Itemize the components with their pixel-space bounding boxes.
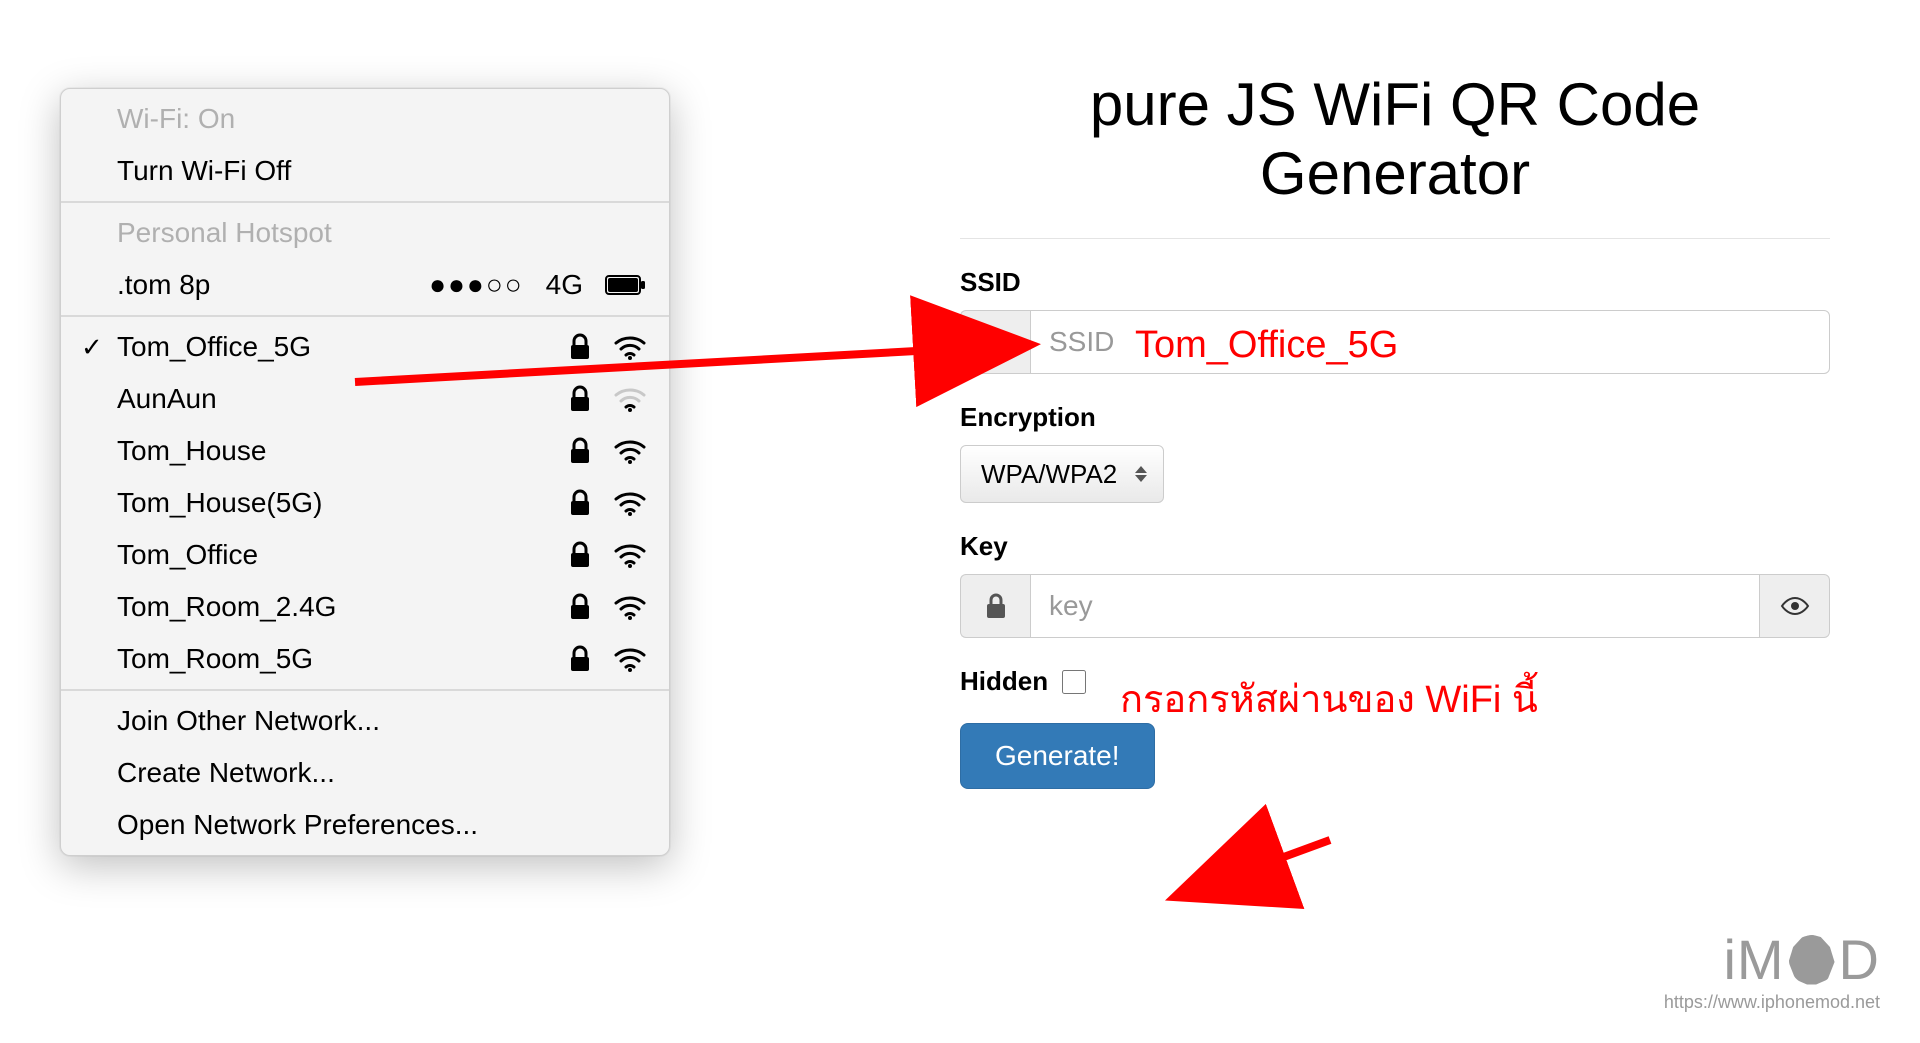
wifi-signal-icon	[613, 646, 647, 672]
hotspot-item[interactable]: .tom 8p ●●●○○ 4G	[61, 259, 669, 311]
eye-icon	[1779, 595, 1811, 617]
lock-icon	[569, 333, 591, 361]
lock-icon	[569, 645, 591, 673]
lock-icon	[569, 385, 591, 413]
wifi-toggle-button[interactable]: Turn Wi-Fi Off	[61, 145, 669, 197]
encryption-value: WPA/WPA2	[981, 459, 1117, 490]
wifi-signal-icon	[613, 334, 647, 360]
apple-icon	[1789, 935, 1835, 985]
open-network-prefs-button[interactable]: Open Network Preferences...	[61, 799, 669, 851]
hidden-checkbox[interactable]	[1062, 670, 1086, 694]
wifi-network-item[interactable]: Tom_Room_5G	[61, 633, 669, 685]
wifi-network-name: Tom_Room_2.4G	[117, 585, 336, 629]
watermark-brand-prefix: iM	[1723, 927, 1784, 992]
generate-button[interactable]: Generate!	[960, 723, 1155, 789]
wifi-network-name: Tom_Room_5G	[117, 637, 313, 681]
hotspot-name: .tom 8p	[117, 263, 210, 307]
watermark-url: https://www.iphonemod.net	[1664, 992, 1880, 1013]
battery-icon	[605, 274, 647, 296]
checkmark-icon: ✓	[81, 325, 103, 369]
ssid-label: SSID	[960, 267, 1830, 298]
qr-generator-form: pure JS WiFi QR Code Generator SSID Encr…	[960, 70, 1830, 789]
wifi-signal-icon	[613, 542, 647, 568]
divider	[61, 201, 669, 203]
hotspot-header: Personal Hotspot	[61, 207, 669, 259]
encryption-label: Encryption	[960, 402, 1830, 433]
join-other-network-button[interactable]: Join Other Network...	[61, 695, 669, 747]
lock-icon	[569, 437, 591, 465]
lock-icon	[569, 489, 591, 517]
wifi-network-item[interactable]: AunAun	[61, 373, 669, 425]
wifi-network-item[interactable]: Tom_House(5G)	[61, 477, 669, 529]
watermark-brand-suffix: D	[1839, 927, 1880, 992]
wifi-network-name: Tom_Office	[117, 533, 258, 577]
key-input[interactable]	[1030, 574, 1760, 638]
wifi-network-item[interactable]: Tom_Room_2.4G	[61, 581, 669, 633]
wifi-status-label: Wi-Fi: On	[61, 93, 669, 145]
wifi-network-item[interactable]: ✓ Tom_Office_5G	[61, 321, 669, 373]
watermark: iM D https://www.iphonemod.net	[1664, 927, 1880, 1013]
wifi-network-name: AunAun	[117, 377, 217, 421]
encryption-select[interactable]: WPA/WPA2	[960, 445, 1164, 503]
wifi-network-name: Tom_House	[117, 429, 266, 473]
lock-icon	[569, 593, 591, 621]
lock-icon	[960, 574, 1030, 638]
wifi-signal-icon	[613, 594, 647, 620]
reveal-password-button[interactable]	[1760, 574, 1830, 638]
wifi-network-name: Tom_Office_5G	[117, 325, 311, 369]
wifi-network-name: Tom_House(5G)	[117, 481, 322, 525]
wifi-menu-panel: Wi-Fi: On Turn Wi-Fi Off Personal Hotspo…	[60, 88, 670, 856]
key-label: Key	[960, 531, 1830, 562]
hidden-label: Hidden	[960, 666, 1048, 697]
ssid-input[interactable]	[1030, 310, 1830, 374]
select-caret-icon	[1135, 466, 1147, 482]
wifi-signal-icon	[613, 490, 647, 516]
divider	[61, 689, 669, 691]
wifi-network-item[interactable]: Tom_House	[61, 425, 669, 477]
signal-bars-icon	[960, 310, 1030, 374]
wifi-signal-icon	[613, 386, 647, 412]
cell-network-label: 4G	[546, 263, 583, 307]
divider	[61, 315, 669, 317]
signal-dots-icon: ●●●○○	[429, 263, 524, 307]
wifi-signal-icon	[613, 438, 647, 464]
wifi-network-item[interactable]: Tom_Office	[61, 529, 669, 581]
lock-icon	[569, 541, 591, 569]
divider	[960, 238, 1830, 239]
page-title: pure JS WiFi QR Code Generator	[960, 70, 1830, 208]
create-network-button[interactable]: Create Network...	[61, 747, 669, 799]
